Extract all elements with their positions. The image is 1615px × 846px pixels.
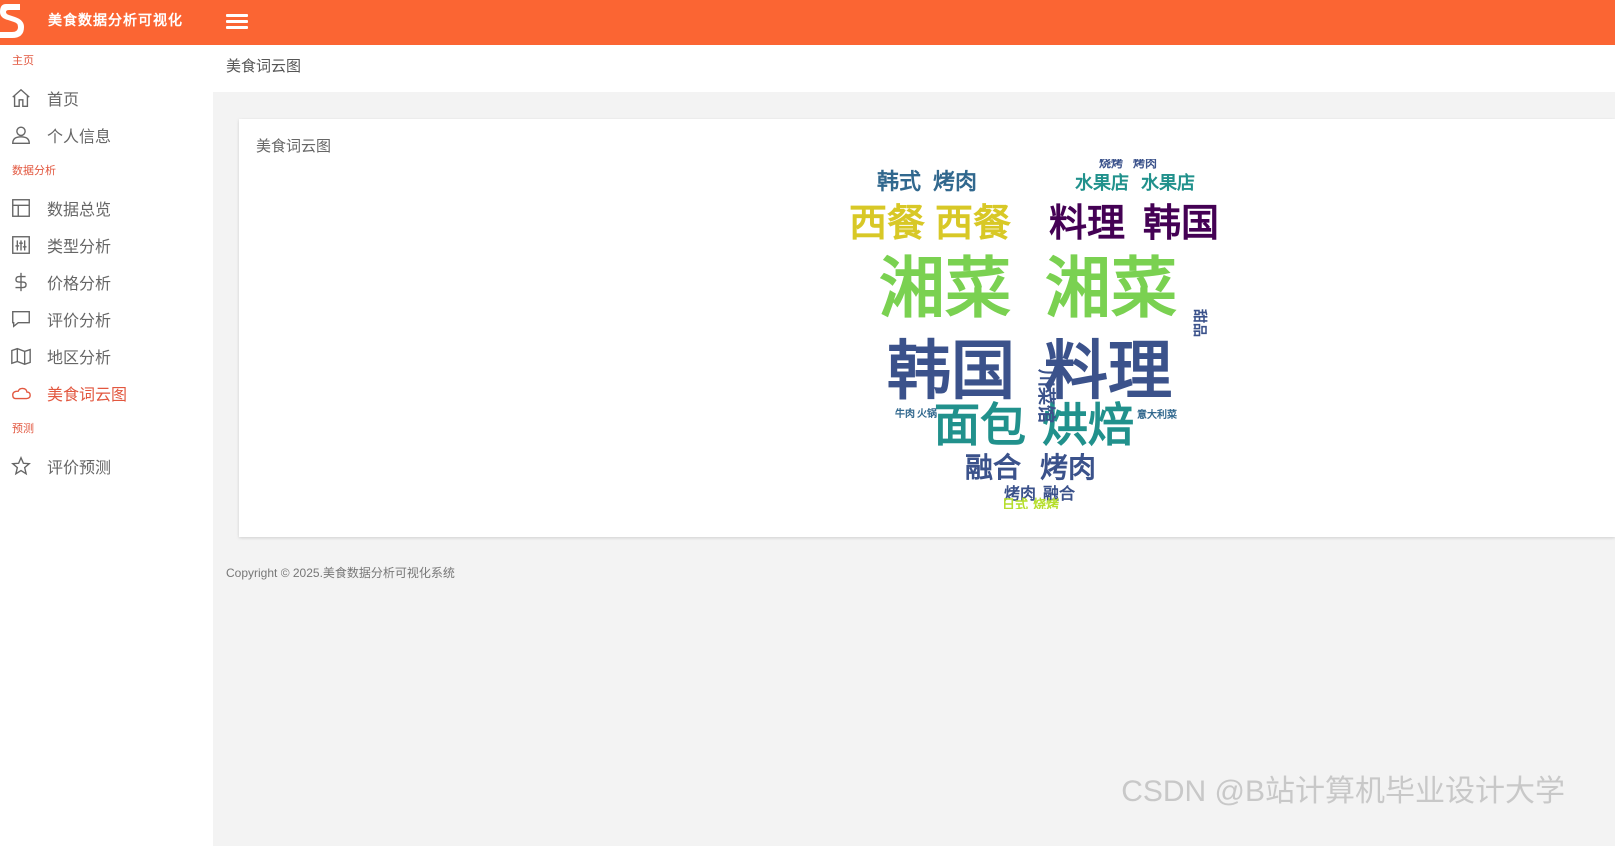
word-cloud-word: 西餐 <box>849 201 925 245</box>
word-cloud-word: 甜品 <box>1191 309 1208 337</box>
word-cloud-word: 烧烤 <box>1033 497 1059 509</box>
word-cloud-word: 西餐 <box>935 201 1011 245</box>
sidebar-item-label: 首页 <box>47 89 80 109</box>
logo-icon <box>0 4 24 38</box>
sidebar-item-review-predict[interactable]: 评价预测 <box>0 447 213 484</box>
sidebar-section-main: 主页 <box>12 54 34 67</box>
word-cloud-word: 水果店 <box>1141 172 1195 194</box>
sidebar-item-review-analysis[interactable]: 评价分析 <box>0 300 213 337</box>
app-brand: 美食数据分析可视化 <box>48 13 183 29</box>
word-cloud-word: 烤肉 <box>1040 451 1096 484</box>
sidebar-item-label: 个人信息 <box>47 126 112 146</box>
main-content: 美食词云图 美食词云图 湘菜 湘菜 韩国 料理 面包 烘焙 料理 韩国 西餐 西… <box>213 45 1615 846</box>
menu-toggle-icon[interactable] <box>226 11 248 33</box>
word-cloud-word: 融合 <box>965 451 1022 484</box>
sidebar-section-predict: 预测 <box>12 422 34 435</box>
sidebar-item-label: 地区分析 <box>47 347 112 367</box>
wordcloud-image: 湘菜 湘菜 韩国 料理 面包 烘焙 料理 韩国 西餐 西餐 韩式 烤肉 水果店 … <box>849 159 1219 509</box>
message-icon <box>12 310 30 328</box>
word-cloud-word: 湘菜 <box>879 250 1011 327</box>
word-cloud-word: 料理 <box>1049 201 1125 245</box>
sidebar-section-analysis: 数据分析 <box>12 164 56 177</box>
sidebar-item-overview[interactable]: 数据总览 <box>0 189 213 226</box>
sidebar: 主页 首页 个人信息 数据分析 数据总览 类型分析 价格分析 评价分析 地区分析… <box>0 45 213 846</box>
sidebar-item-type-analysis[interactable]: 类型分析 <box>0 226 213 263</box>
sidebar-item-price-analysis[interactable]: 价格分析 <box>0 263 213 300</box>
map-icon <box>11 347 31 365</box>
word-cloud-word: 面包 <box>934 398 1026 452</box>
sidebar-item-label: 数据总览 <box>47 199 112 219</box>
sliders-icon <box>12 235 30 254</box>
sidebar-item-home[interactable]: 首页 <box>0 79 213 116</box>
footer-copyright: Copyright © 2025.美食数据分析可视化系统 <box>226 566 455 580</box>
top-navbar: 美食数据分析可视化 <box>0 0 1615 45</box>
word-cloud-word: 火锅 <box>917 407 937 420</box>
word-cloud-word: 意大利菜 <box>1137 408 1178 421</box>
word-cloud-word: 湘菜 <box>1045 250 1177 327</box>
user-icon <box>12 126 30 144</box>
sidebar-item-profile[interactable]: 个人信息 <box>0 116 213 153</box>
word-cloud-word: 水果店 <box>1075 172 1129 194</box>
card-title: 美食词云图 <box>256 137 332 155</box>
sidebar-item-label: 评价预测 <box>47 457 112 477</box>
star-icon <box>11 455 31 475</box>
home-icon <box>12 88 30 107</box>
word-cloud-word: 韩国 <box>1143 201 1219 245</box>
cloud-icon <box>12 387 31 399</box>
word-cloud-word: 韩式 <box>877 169 921 195</box>
sidebar-item-region-analysis[interactable]: 地区分析 <box>0 337 213 374</box>
layout-icon <box>12 198 30 217</box>
page-title: 美食词云图 <box>226 57 302 75</box>
dollar-icon <box>15 272 27 291</box>
wordcloud-card: 美食词云图 湘菜 湘菜 韩国 料理 面包 烘焙 料理 韩国 西餐 西餐 韩式 烤… <box>239 119 1615 537</box>
watermark: CSDN @B站计算机毕业设计大学 <box>1121 775 1565 808</box>
sidebar-item-label: 价格分析 <box>47 273 112 293</box>
page-header: 美食词云图 <box>213 45 1615 92</box>
word-cloud-word: 牛肉 <box>895 407 915 420</box>
word-cloud-word: 烧烤 <box>1099 159 1123 170</box>
sidebar-item-label: 评价分析 <box>47 310 112 330</box>
word-cloud-word: 烤肉 <box>933 169 977 195</box>
word-cloud-word: 川菜馆 <box>1035 368 1057 423</box>
sidebar-item-wordcloud[interactable]: 美食词云图 <box>0 374 213 411</box>
word-cloud-word: 烤肉 <box>1133 159 1157 170</box>
sidebar-item-label: 美食词云图 <box>47 384 128 404</box>
sidebar-item-label: 类型分析 <box>47 236 112 256</box>
word-cloud-word: 日式 <box>1002 497 1028 509</box>
